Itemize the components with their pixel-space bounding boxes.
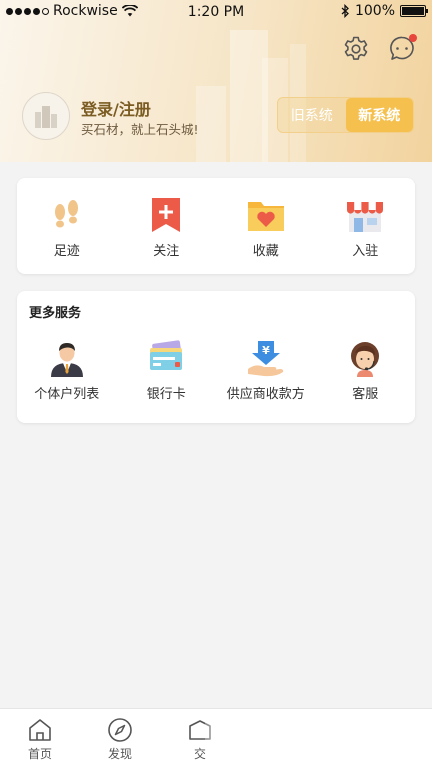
battery-level (402, 7, 424, 15)
svg-text:¥: ¥ (262, 344, 270, 357)
tab-home-label: 首页 (27, 747, 52, 761)
services-grid: 个体户列表 银行卡 ¥ 供应商收款方 客服 (17, 339, 415, 402)
login-subtitle: 买石材，就上石头城! (81, 122, 199, 137)
yuan-receive-icon: ¥ (247, 341, 283, 377)
quick-actions-card: 足迹 关注 收藏 入驻 (17, 178, 415, 274)
status-bar: Rockwise 1:20 PM 100% (0, 0, 432, 24)
more-services-card: 更多服务 个体户列表 银行卡 ¥ 供应商收款方 客服 (17, 291, 415, 423)
tab-home[interactable]: 首页 (0, 709, 80, 768)
bank-card-label: 银行卡 (146, 387, 186, 402)
tab-discover-label: 发现 (107, 747, 132, 761)
status-right: 100% (341, 3, 428, 19)
bluetooth-icon (341, 4, 349, 18)
footprints-button[interactable]: 足迹 (17, 196, 117, 259)
new-system-button[interactable]: 新系统 (345, 98, 413, 132)
messages-button[interactable] (387, 34, 417, 64)
individual-business-list-button[interactable]: 个体户列表 (17, 339, 117, 402)
battery-icon (400, 5, 428, 17)
favorites-label: 收藏 (252, 244, 279, 259)
default-avatar-icon (35, 106, 57, 128)
settings-button[interactable] (341, 34, 371, 64)
bookmark-plus-icon (152, 198, 181, 232)
businessman-icon (50, 343, 83, 377)
settle-in-label: 入驻 (352, 244, 379, 259)
settle-in-button[interactable]: 入驻 (316, 196, 416, 259)
avatar[interactable] (22, 92, 70, 140)
profile-header: Rockwise 1:20 PM 100% 登录/注册 买石材，就上石头城! 旧… (0, 0, 432, 162)
heart-folder-icon (247, 202, 284, 231)
individual-business-list-label: 个体户列表 (34, 387, 100, 402)
background-building (196, 86, 226, 162)
customer-service-icon (351, 342, 380, 377)
customer-service-button[interactable]: 客服 (316, 339, 416, 402)
tab-discover[interactable]: 发现 (80, 709, 160, 768)
battery-percent: 100% (354, 3, 395, 19)
follow-label: 关注 (153, 244, 180, 259)
supplier-payee-label: 供应商收款方 (226, 387, 305, 402)
home-icon (29, 719, 51, 741)
bank-card-button[interactable]: 银行卡 (117, 339, 217, 402)
old-system-button[interactable]: 旧系统 (278, 98, 346, 132)
gear-icon (344, 36, 368, 60)
favorites-button[interactable]: 收藏 (216, 196, 316, 259)
tab-bar: 首页 发现 交 (0, 708, 432, 768)
login-register-link[interactable]: 登录/注册 (81, 96, 151, 120)
footprints-label: 足迹 (53, 244, 80, 259)
tab-bar-fade-overlay (205, 709, 432, 768)
more-services-title: 更多服务 (29, 306, 82, 321)
bank-card-icon (150, 340, 183, 370)
compass-icon (108, 718, 132, 742)
follow-button[interactable]: 关注 (117, 196, 217, 259)
customer-service-label: 客服 (352, 387, 379, 402)
quick-actions-grid: 足迹 关注 收藏 入驻 (17, 196, 415, 259)
footprints-icon (54, 200, 78, 228)
storefront-icon (347, 202, 384, 232)
system-switch: 旧系统 新系统 (277, 97, 414, 133)
supplier-payee-button[interactable]: ¥ 供应商收款方 (216, 339, 316, 402)
notification-badge (409, 34, 417, 42)
profile-screen: Rockwise 1:20 PM 100% 登录/注册 买石材，就上石头城! 旧… (0, 0, 432, 768)
